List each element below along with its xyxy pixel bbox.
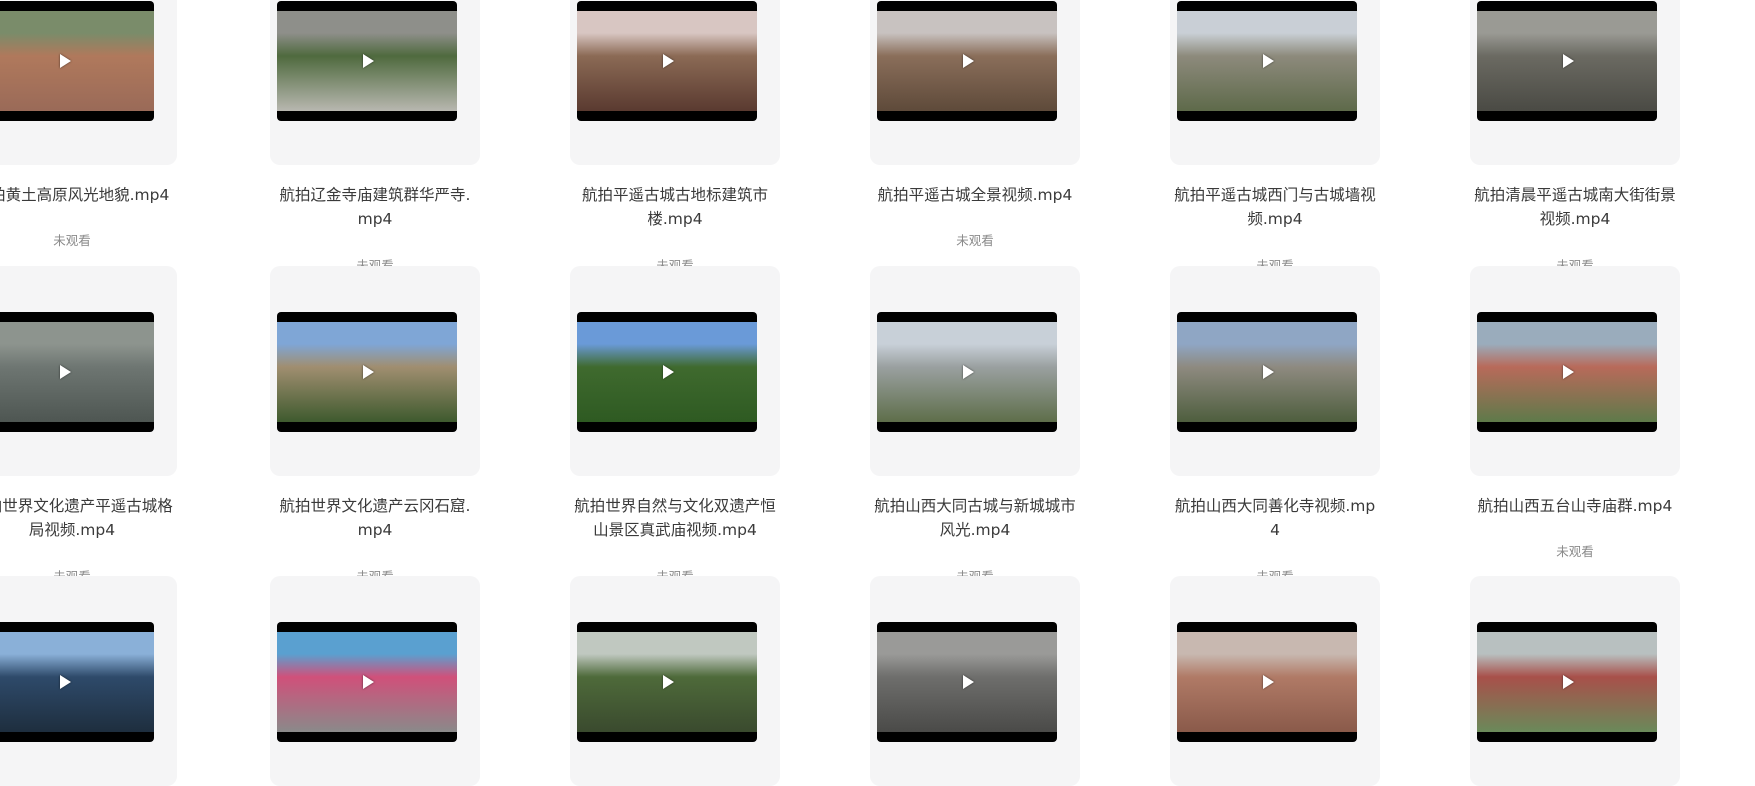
- play-icon: [1563, 675, 1574, 689]
- play-icon: [663, 54, 674, 68]
- video-tile[interactable]: [870, 0, 1080, 165]
- video-title[interactable]: 航拍山西五台山寺庙群.mp4: [1472, 494, 1678, 518]
- play-icon: [963, 365, 974, 379]
- video-thumbnail[interactable]: [1477, 312, 1657, 432]
- play-icon: [1263, 54, 1274, 68]
- video-tile[interactable]: [1170, 0, 1380, 165]
- video-tile[interactable]: [870, 576, 1080, 786]
- play-icon: [963, 675, 974, 689]
- watch-status: 未观看: [1556, 544, 1594, 559]
- video-thumbnail[interactable]: [877, 312, 1057, 432]
- video-tile[interactable]: [1170, 576, 1380, 786]
- play-icon: [1563, 365, 1574, 379]
- video-title[interactable]: 航拍平遥古城古地标建筑市楼.mp4: [572, 183, 778, 231]
- video-tile[interactable]: [270, 0, 480, 165]
- video-tile[interactable]: [0, 576, 177, 786]
- video-tile[interactable]: [870, 266, 1080, 476]
- video-title[interactable]: 航拍平遥古城西门与古城墙视频.mp4: [1172, 183, 1378, 231]
- video-title[interactable]: 航拍山西大同古城与新城城市风光.mp4: [872, 494, 1078, 542]
- video-title[interactable]: 航拍世界自然与文化双遗产恒山景区真武庙视频.mp4: [572, 494, 778, 542]
- watch-status: 未观看: [956, 233, 994, 248]
- video-thumbnail[interactable]: [1177, 312, 1357, 432]
- video-thumbnail[interactable]: [0, 622, 154, 742]
- video-thumbnail[interactable]: [277, 312, 457, 432]
- mountain-sunrise-image: [0, 632, 154, 732]
- loess-plateau-landscape-image: [0, 11, 154, 111]
- video-tile[interactable]: [270, 576, 480, 786]
- video-tile[interactable]: [570, 576, 780, 786]
- video-thumbnail[interactable]: [0, 1, 154, 121]
- video-thumbnail[interactable]: [577, 622, 757, 742]
- video-thumbnail[interactable]: [277, 1, 457, 121]
- video-thumbnail[interactable]: [277, 622, 457, 742]
- play-icon: [1563, 54, 1574, 68]
- video-thumbnail[interactable]: [877, 622, 1057, 742]
- video-grid: 航拍黄土高原风光地貌.mp4 未观看 航拍辽金寺庙建筑群华严寺.mp4 未观看 航拍平遥…: [0, 0, 1755, 786]
- play-icon: [663, 675, 674, 689]
- video-tile[interactable]: [0, 0, 177, 165]
- video-tile[interactable]: [1470, 0, 1680, 165]
- watch-status: 未观看: [53, 233, 91, 248]
- video-tile[interactable]: [1470, 266, 1680, 476]
- video-title[interactable]: 航拍世界文化遗产云冈石窟.mp4: [272, 494, 478, 542]
- play-icon: [963, 54, 974, 68]
- video-tile[interactable]: [1470, 576, 1680, 786]
- video-title[interactable]: 航拍清晨平遥古城南大街街景视频.mp4: [1472, 183, 1678, 231]
- video-title[interactable]: 航拍黄土高原风光地貌.mp4: [0, 183, 175, 207]
- video-tile[interactable]: [570, 0, 780, 165]
- video-thumbnail[interactable]: [1177, 1, 1357, 121]
- video-thumbnail[interactable]: [877, 1, 1057, 121]
- pingyao-layout-image: [0, 322, 154, 422]
- video-title[interactable]: 航拍平遥古城全景视频.mp4: [872, 183, 1078, 207]
- video-title[interactable]: 航拍辽金寺庙建筑群华严寺.mp4: [272, 183, 478, 231]
- play-icon: [363, 675, 374, 689]
- video-thumbnail[interactable]: [577, 312, 757, 432]
- play-icon: [60, 54, 71, 68]
- play-icon: [60, 675, 71, 689]
- video-thumbnail[interactable]: [1477, 622, 1657, 742]
- video-title[interactable]: 航拍世界文化遗产平遥古城格局视频.mp4: [0, 494, 175, 542]
- video-thumbnail[interactable]: [577, 1, 757, 121]
- video-tile[interactable]: [270, 266, 480, 476]
- video-thumbnail[interactable]: [0, 312, 154, 432]
- play-icon: [363, 54, 374, 68]
- video-tile[interactable]: [570, 266, 780, 476]
- play-icon: [60, 365, 71, 379]
- play-icon: [1263, 675, 1274, 689]
- video-tile[interactable]: [1170, 266, 1380, 476]
- video-tile[interactable]: [0, 266, 177, 476]
- video-thumbnail[interactable]: [1177, 622, 1357, 742]
- video-title[interactable]: 航拍山西大同善化寺视频.mp4: [1172, 494, 1378, 542]
- play-icon: [663, 365, 674, 379]
- video-thumbnail[interactable]: [1477, 1, 1657, 121]
- play-icon: [1263, 365, 1274, 379]
- play-icon: [363, 365, 374, 379]
